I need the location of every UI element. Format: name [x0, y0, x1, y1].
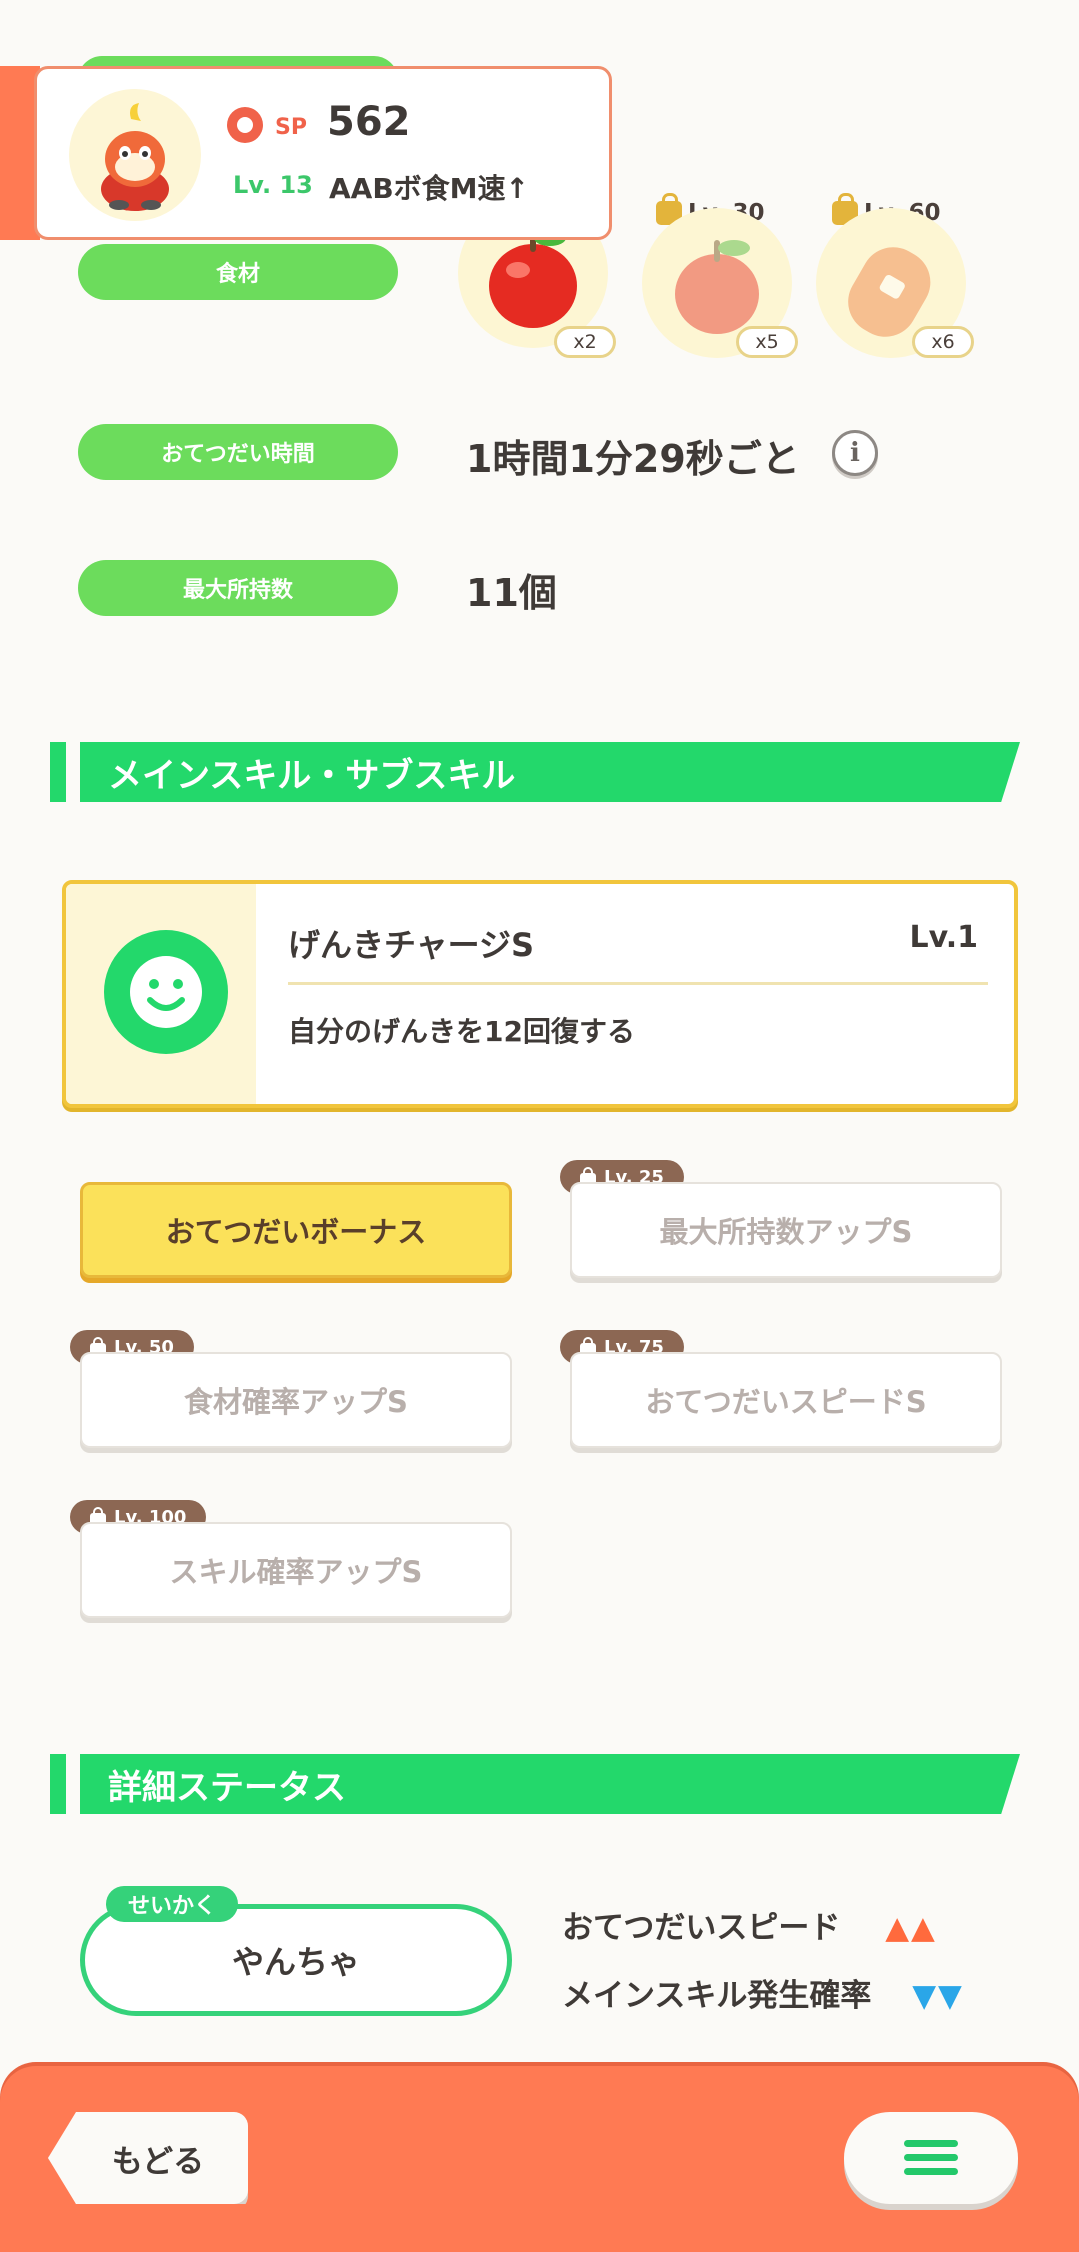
- ingredient-count-0: x2: [554, 326, 616, 358]
- sub-skill-button[interactable]: おてつだいスピードS: [570, 1352, 1002, 1448]
- max-carry-value: 11個: [466, 571, 557, 615]
- ingredients-label: 食材: [78, 244, 398, 300]
- skills-section-header: メインスキル・サブスキル: [50, 742, 1020, 802]
- pokemon-avatar: [69, 89, 201, 221]
- sub-skill-button[interactable]: 食材確率アップS: [80, 1352, 512, 1448]
- sub-skill-button[interactable]: 最大所持数アップS: [570, 1182, 1002, 1278]
- sp-value: 562: [327, 99, 411, 145]
- details-section-header: 詳細ステータス: [50, 1754, 1020, 1814]
- sp-pokeball-icon: [227, 107, 263, 143]
- pokemon-header-card[interactable]: SP 562 Lv. 13 AABボ食M速↑: [34, 66, 612, 240]
- main-skill-card[interactable]: げんきチャージS Lv.1 自分のげんきを12回復する: [62, 880, 1018, 1108]
- hamburger-icon: [904, 2140, 958, 2176]
- ingredient-count-2: x6: [912, 326, 974, 358]
- ingredient-count-1: x5: [736, 326, 798, 358]
- details-section-title: 詳細ステータス: [80, 1754, 1020, 1814]
- skills-section-title: メインスキル・サブスキル: [80, 742, 1020, 802]
- pokemon-level: Lv. 13: [233, 171, 313, 199]
- main-skill-name: げんきチャージS: [288, 926, 535, 964]
- up-arrows-icon: ▲▲: [885, 1910, 937, 1946]
- sub-skill-button[interactable]: おてつだいボーナス: [80, 1182, 512, 1278]
- max-carry-label: 最大所持数: [78, 560, 398, 616]
- sub-skill-button[interactable]: スキル確率アップS: [80, 1522, 512, 1618]
- info-icon[interactable]: i: [832, 430, 878, 476]
- main-skill-level: Lv.1: [909, 920, 979, 955]
- help-time-label: おてつだい時間: [78, 424, 398, 480]
- down-arrows-icon: ▼▼: [912, 1978, 964, 2014]
- nature-down-stat: メインスキル発生確率 ▼▼: [562, 1978, 964, 2014]
- sp-label: SP: [275, 115, 307, 140]
- nature-up-stat: おてつだいスピード ▲▲: [562, 1910, 937, 1946]
- back-button[interactable]: もどる: [48, 2112, 248, 2204]
- nature-tag: せいかく: [106, 1886, 239, 1922]
- help-time-value: 1時間1分29秒ごと: [466, 437, 800, 481]
- smile-icon: [104, 930, 228, 1054]
- main-skill-description: 自分のげんきを12回復する: [288, 1015, 635, 1048]
- pokemon-nickname: AABボ食M速↑: [329, 172, 530, 205]
- menu-button[interactable]: [844, 2112, 1018, 2204]
